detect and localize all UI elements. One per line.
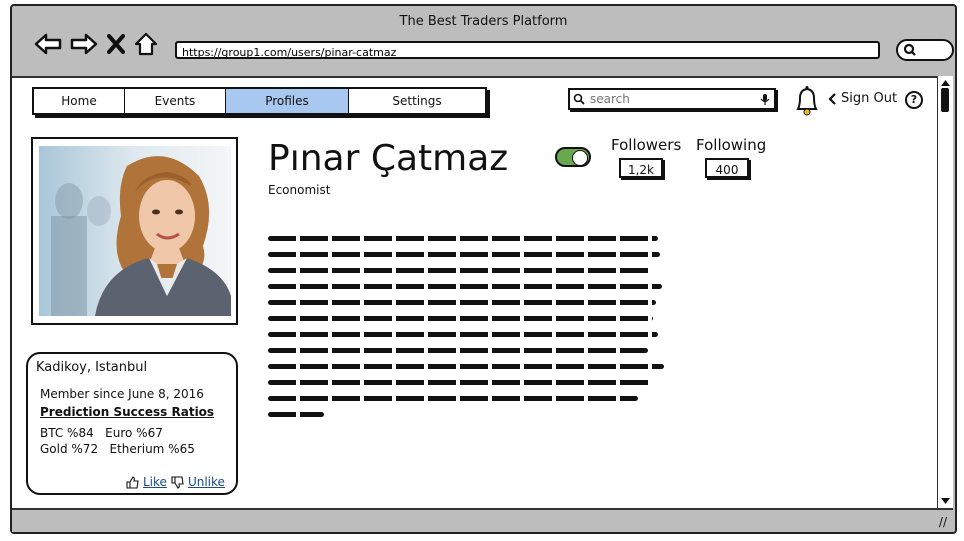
scroll-up-arrow-icon[interactable]: [940, 78, 951, 88]
scroll-thumb[interactable]: [941, 88, 949, 112]
vertical-scrollbar[interactable]: [937, 76, 953, 508]
bio-line: [268, 412, 324, 417]
following-label: Following: [696, 136, 767, 154]
tab-settings[interactable]: Settings: [349, 89, 485, 113]
bio-line: [268, 252, 660, 257]
main-menu: Home Events Profiles Settings: [32, 87, 487, 115]
bio-line: [268, 268, 650, 273]
ratios-row-2: Gold %72 Etherium %65: [40, 442, 195, 456]
like-link[interactable]: Like: [143, 475, 167, 489]
search-box[interactable]: [568, 88, 776, 110]
following-count[interactable]: 400: [705, 158, 749, 178]
tab-profiles[interactable]: Profiles: [226, 89, 349, 113]
notification-bell-icon[interactable]: [792, 85, 822, 117]
sign-out-label: Sign Out: [841, 91, 898, 106]
toggle-knob: [572, 150, 588, 166]
bio-line: [268, 236, 658, 241]
bio-line: [268, 364, 664, 369]
help-icon[interactable]: ?: [905, 91, 923, 109]
bio-line: [268, 348, 648, 353]
thumbs-up-icon[interactable]: [126, 475, 139, 489]
chevron-left-icon: [828, 92, 836, 105]
status-bar: //: [12, 508, 953, 532]
back-arrow-icon[interactable]: [34, 32, 62, 56]
close-icon[interactable]: [106, 33, 126, 55]
forward-arrow-icon[interactable]: [70, 32, 98, 56]
url-bar[interactable]: [175, 41, 880, 59]
thumbs-down-icon[interactable]: [171, 475, 184, 489]
bio-text-placeholder: [268, 236, 668, 428]
bio-line: [268, 332, 658, 337]
bio-line: [268, 380, 652, 385]
location: Kadikoy, Istanbul: [36, 360, 148, 375]
ratios-row-1: BTC %84 Euro %67: [40, 426, 163, 440]
browser-search-button[interactable]: [896, 39, 954, 61]
profile-name: Pınar Çatmaz: [268, 138, 509, 179]
tab-home[interactable]: Home: [34, 89, 125, 113]
profile-photo-frame: [31, 137, 238, 325]
profile-role: Economist: [268, 183, 331, 197]
window-title: The Best Traders Platform: [399, 14, 568, 29]
search-icon: [903, 43, 916, 56]
member-since: Member since June 8, 2016: [40, 387, 204, 401]
resize-handle-icon[interactable]: //: [939, 515, 947, 529]
browser-nav: [34, 32, 158, 56]
bio-line: [268, 396, 638, 401]
bio-line: [268, 284, 662, 289]
search-input[interactable]: [588, 91, 752, 107]
profile-photo: [39, 146, 231, 316]
search-icon: [573, 93, 585, 105]
bio-line: [268, 316, 653, 321]
url-input[interactable]: [182, 46, 878, 59]
prediction-ratios-title: Prediction Success Ratios: [40, 405, 215, 419]
followers-label: Followers: [611, 136, 682, 154]
follow-toggle[interactable]: [555, 147, 591, 167]
profile-info-card: Kadikoy, Istanbul Member since June 8, 2…: [26, 352, 238, 495]
followers-count[interactable]: 1,2k: [619, 158, 663, 178]
bio-line: [268, 300, 656, 305]
like-controls: Like Unlike: [126, 475, 225, 489]
sign-out-link[interactable]: Sign Out: [828, 91, 897, 106]
microphone-icon[interactable]: [760, 93, 770, 106]
unlike-link[interactable]: Unlike: [188, 475, 225, 489]
tab-events[interactable]: Events: [125, 89, 226, 113]
home-icon[interactable]: [134, 32, 158, 56]
scroll-down-arrow-icon[interactable]: [940, 496, 951, 506]
